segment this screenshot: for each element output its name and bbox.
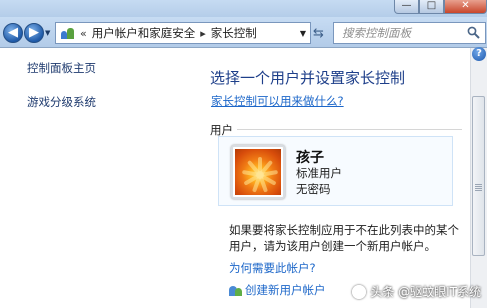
recent-pages-dropdown-icon[interactable]: ▼ (45, 29, 50, 37)
watermark: 头条 @驱蚊眼IT系统 (352, 283, 481, 300)
flower-avatar-icon (235, 149, 281, 195)
avatar (231, 145, 285, 199)
maximize-button[interactable]: □ (419, 0, 444, 14)
sidebar-item-game-ratings[interactable]: 游戏分级系统 (27, 94, 96, 110)
search-placeholder: 搜索控制面板 (342, 26, 411, 40)
help-icon[interactable]: ? (472, 47, 486, 61)
why-account-link[interactable]: 为何需要此帐户? (229, 260, 316, 276)
watermark-text: 头条 @驱蚊眼IT系统 (370, 285, 481, 299)
parental-controls-faq-link[interactable]: 家长控制可以用来做什么? (211, 93, 344, 109)
breadcrumb-user-accounts[interactable]: 用户帐户和家庭安全 (92, 25, 196, 41)
breadcrumb-parental-controls[interactable]: 家长控制 (211, 25, 257, 41)
main-content: 选择一个用户并设置家长控制 家长控制可以用来做什么? 用户 孩子 标准用户 无密… (190, 48, 470, 308)
users-icon (229, 283, 243, 297)
watermark-logo-icon (352, 284, 367, 299)
scrollbar-thumb[interactable] (472, 96, 485, 256)
user-account-tile[interactable]: 孩子 标准用户 无密码 (218, 136, 453, 206)
user-password-status: 无密码 (296, 182, 331, 196)
scrollbar-grip-icon (475, 184, 482, 191)
minimize-button[interactable]: — (394, 0, 419, 14)
breadcrumb-separator-icon[interactable]: ▸ (200, 27, 206, 40)
window-title-bar: — □ ✕ (0, 0, 487, 17)
search-input[interactable]: 搜索控制面板 (333, 22, 486, 44)
close-button[interactable]: ✕ (444, 0, 487, 14)
create-account-label[interactable]: 创建新用户帐户 (245, 282, 326, 298)
back-button[interactable]: ◀ (3, 23, 23, 43)
user-accounts-icon (59, 25, 75, 41)
section-divider (237, 129, 462, 130)
breadcrumb-overflow[interactable]: « (80, 27, 87, 40)
user-account-type: 标准用户 (296, 166, 342, 180)
search-icon[interactable] (467, 26, 480, 39)
address-dropdown-icon[interactable]: ▼ (296, 29, 310, 38)
address-bar[interactable]: « 用户帐户和家庭安全 ▸ 家长控制 ▼ (55, 22, 311, 44)
refresh-icon[interactable]: ⇆ (313, 26, 324, 41)
window-controls: — □ ✕ (394, 0, 487, 14)
navigation-bar: ◀ ▶ ▼ « 用户帐户和家庭安全 ▸ 家长控制 ▼ ⇆ 搜索控制面板 (0, 17, 487, 48)
info-text: 如果要将家长控制应用于不在此列表中的某个用户，请为该用户创建一个新用户帐户。 (229, 223, 459, 253)
sidebar-item-control-panel-home[interactable]: 控制面板主页 (27, 60, 96, 76)
user-name: 孩子 (296, 150, 324, 166)
create-account-link[interactable]: 创建新用户帐户 (229, 282, 326, 298)
sidebar: 控制面板主页 游戏分级系统 (0, 48, 190, 308)
forward-button[interactable]: ▶ (24, 23, 44, 43)
page-title: 选择一个用户并设置家长控制 (210, 69, 406, 87)
